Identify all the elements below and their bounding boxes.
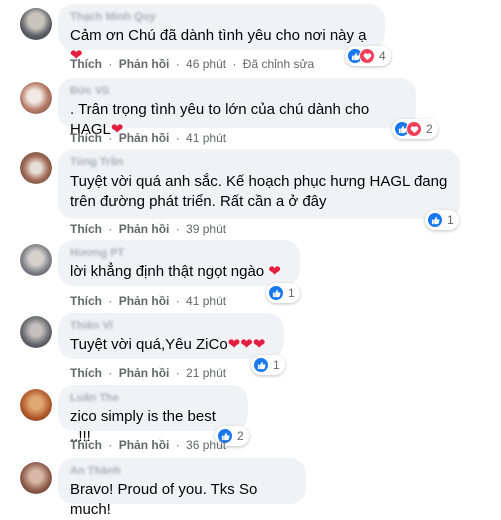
- like-reaction-icon: [427, 212, 443, 228]
- comment-bubble: Đức Vũ . Trân trọng tình yêu to lớn của …: [58, 78, 416, 138]
- reaction-summary[interactable]: 2: [392, 119, 438, 139]
- comment-text: lời khẳng định thật ngọt ngào ❤: [70, 263, 281, 280]
- reaction-summary[interactable]: 4: [345, 46, 391, 66]
- comment-time[interactable]: 39 phút: [186, 222, 226, 236]
- like-link[interactable]: Thích: [70, 222, 102, 236]
- comment-author[interactable]: Tùng Trần: [70, 156, 448, 169]
- comment-actions: Thích · Phản hồi · 36 phút: [70, 438, 227, 452]
- comment-actions: Thích · Phản hồi · 41 phút: [70, 294, 227, 308]
- comment-text: Tuyệt vời quá,Yêu ZiCo❤❤❤: [70, 336, 266, 353]
- heart-emoji: ❤❤❤: [227, 336, 266, 353]
- comment-author[interactable]: Thạch Minh Quy: [70, 11, 373, 24]
- reply-link[interactable]: Phản hồi: [119, 222, 170, 236]
- comment-text: Tuyệt vời quá anh sắc. Kế hoạch phục hưn…: [70, 172, 448, 212]
- like-link[interactable]: Thích: [70, 294, 102, 308]
- reaction-count: 2: [426, 122, 433, 136]
- avatar[interactable]: [20, 244, 52, 276]
- reaction-count: 2: [237, 429, 244, 443]
- heart-emoji: ❤: [268, 263, 281, 280]
- reply-link[interactable]: Phản hồi: [119, 131, 170, 145]
- comment-bubble: Hương PT lời khẳng định thật ngọt ngào ❤: [58, 240, 300, 286]
- avatar[interactable]: [20, 82, 52, 114]
- reply-link[interactable]: Phản hồi: [119, 294, 170, 308]
- reaction-count: 1: [273, 358, 280, 372]
- reaction-count: 1: [288, 286, 295, 300]
- avatar[interactable]: [20, 316, 52, 348]
- love-reaction-icon: [359, 48, 375, 64]
- reply-link[interactable]: Phản hồi: [119, 57, 170, 71]
- comment-bubble: Thạch Minh Quy Cảm ơn Chú đã dành tình y…: [58, 4, 385, 64]
- comment-actions: Thích · Phản hồi · 46 phút · Đã chỉnh sử…: [70, 57, 315, 71]
- reaction-count: 1: [447, 213, 454, 227]
- comment-author[interactable]: Luân The: [70, 392, 236, 405]
- like-link[interactable]: Thích: [70, 438, 102, 452]
- love-reaction-icon: [406, 121, 422, 137]
- avatar[interactable]: [20, 8, 52, 40]
- avatar[interactable]: [20, 389, 52, 421]
- comment-time[interactable]: 41 phút: [186, 294, 226, 308]
- like-reaction-icon: [268, 285, 284, 301]
- reply-link[interactable]: Phản hồi: [119, 366, 170, 380]
- comment-author[interactable]: Hương PT: [70, 247, 288, 260]
- comment-time[interactable]: 41 phút: [186, 131, 226, 145]
- comment-time[interactable]: 21 phút: [186, 366, 226, 380]
- reaction-summary[interactable]: 1: [266, 283, 300, 303]
- comment-bubble: Tùng Trần Tuyệt vời quá anh sắc. Kế hoạc…: [58, 149, 460, 219]
- comment-actions: Thích · Phản hồi · 21 phút: [70, 366, 227, 380]
- comment-time[interactable]: 46 phút: [186, 57, 226, 71]
- comment-author[interactable]: Đức Vũ: [70, 85, 404, 98]
- comment-bubble: Thiên Vĩ Tuyệt vời quá,Yêu ZiCo❤❤❤: [58, 313, 284, 359]
- comment-actions: Thích · Phản hồi · 39 phút: [70, 222, 227, 236]
- like-link[interactable]: Thích: [70, 131, 102, 145]
- reaction-summary[interactable]: 1: [425, 210, 459, 230]
- comment-author[interactable]: Thiên Vĩ: [70, 320, 272, 333]
- comment-bubble: Luân The zico simply is the best ..!!!: [58, 385, 248, 445]
- comment-text-line: Tuyệt vời quá anh sắc. Kế hoạch phục hưn…: [70, 173, 448, 190]
- reply-link[interactable]: Phản hồi: [119, 438, 170, 452]
- comment-actions: Thích · Phản hồi · 41 phút: [70, 131, 227, 145]
- comment-time[interactable]: 36 phút: [186, 438, 226, 452]
- like-reaction-icon: [253, 357, 269, 373]
- like-link[interactable]: Thích: [70, 57, 102, 71]
- comment-text: Bravo! Proud of you. Tks So much!: [70, 481, 258, 518]
- like-link[interactable]: Thích: [70, 366, 102, 380]
- comment-bubble: An Thành Bravo! Proud of you. Tks So muc…: [58, 458, 306, 518]
- avatar[interactable]: [20, 462, 52, 494]
- comment-author[interactable]: An Thành: [70, 465, 294, 478]
- avatar[interactable]: [20, 152, 52, 184]
- edited-label: Đã chỉnh sửa: [242, 57, 315, 71]
- reaction-summary[interactable]: 1: [251, 355, 285, 375]
- reaction-count: 4: [379, 49, 386, 63]
- comment-text-line: trên đường phát triển. Rất cần a ở đây: [70, 193, 327, 210]
